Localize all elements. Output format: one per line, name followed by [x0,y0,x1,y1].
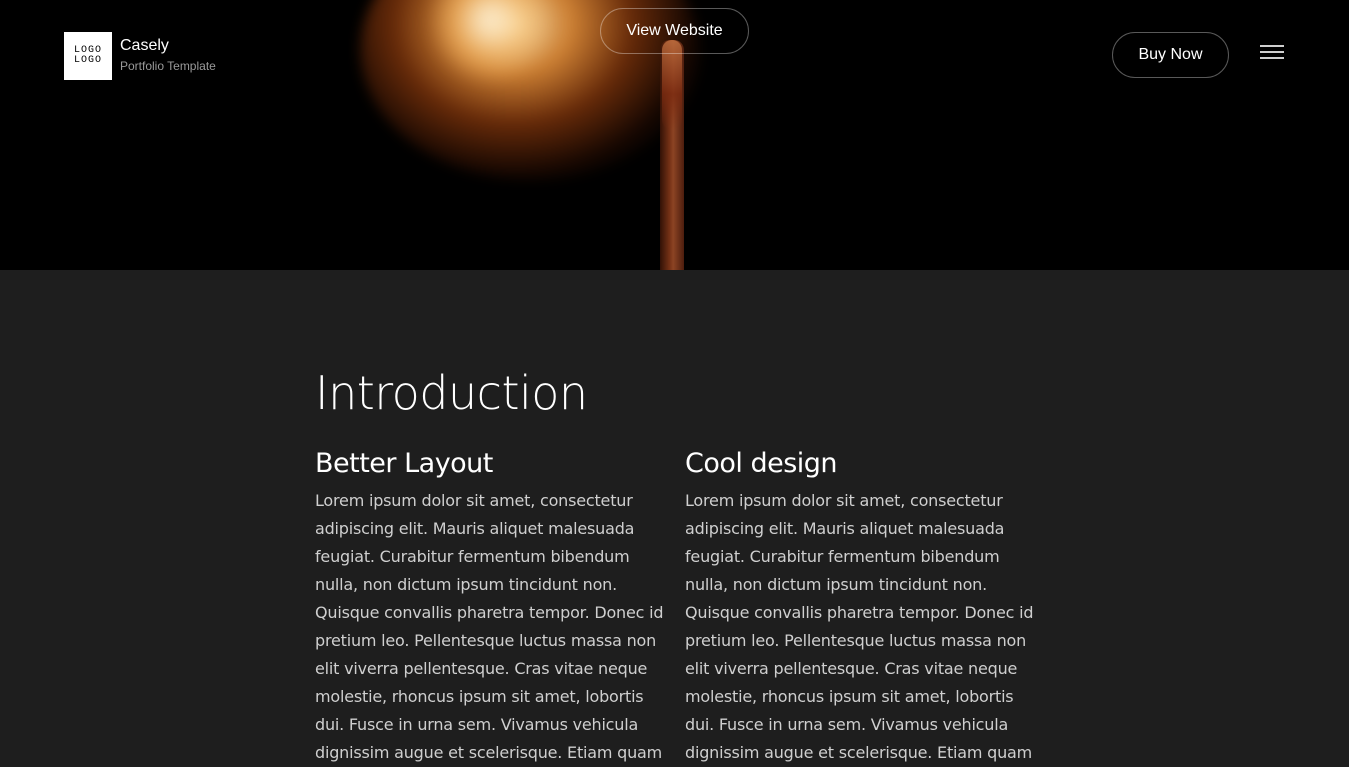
brand-name: Casely [120,37,169,54]
feature-heading: Cool design [685,448,838,479]
menu-bar [1260,45,1284,47]
menu-bar [1260,57,1284,59]
menu-bar [1260,51,1284,53]
buy-now-button[interactable]: Buy Now [1112,32,1229,78]
hamburger-menu-icon[interactable] [1260,44,1286,62]
brand-subtitle: Portfolio Template [120,59,216,73]
brand[interactable]: LOGO LOGO Casely Portfolio Template [64,32,216,80]
introduction-section: Introduction Better Layout Lorem ipsum d… [315,365,1055,767]
feature-column-better-layout: Better Layout Lorem ipsum dolor sit amet… [315,447,685,767]
feature-heading: Better Layout [315,448,493,479]
feature-text: Lorem ipsum dolor sit amet, consectetur … [315,491,664,762]
section-title: Introduction [315,366,588,420]
feature-column-cool-design: Cool design Lorem ipsum dolor sit amet, … [685,447,1055,767]
feature-text: Lorem ipsum dolor sit amet, consectetur … [685,491,1034,762]
logo[interactable]: LOGO LOGO [64,32,112,80]
feature-columns: Better Layout Lorem ipsum dolor sit amet… [315,447,1055,767]
hero-banner: LOGO LOGO Casely Portfolio Template View… [0,0,1349,270]
view-website-button[interactable]: View Website [600,8,749,54]
logo-line-2: LOGO [73,55,102,66]
brand-text: Casely Portfolio Template [120,37,216,74]
